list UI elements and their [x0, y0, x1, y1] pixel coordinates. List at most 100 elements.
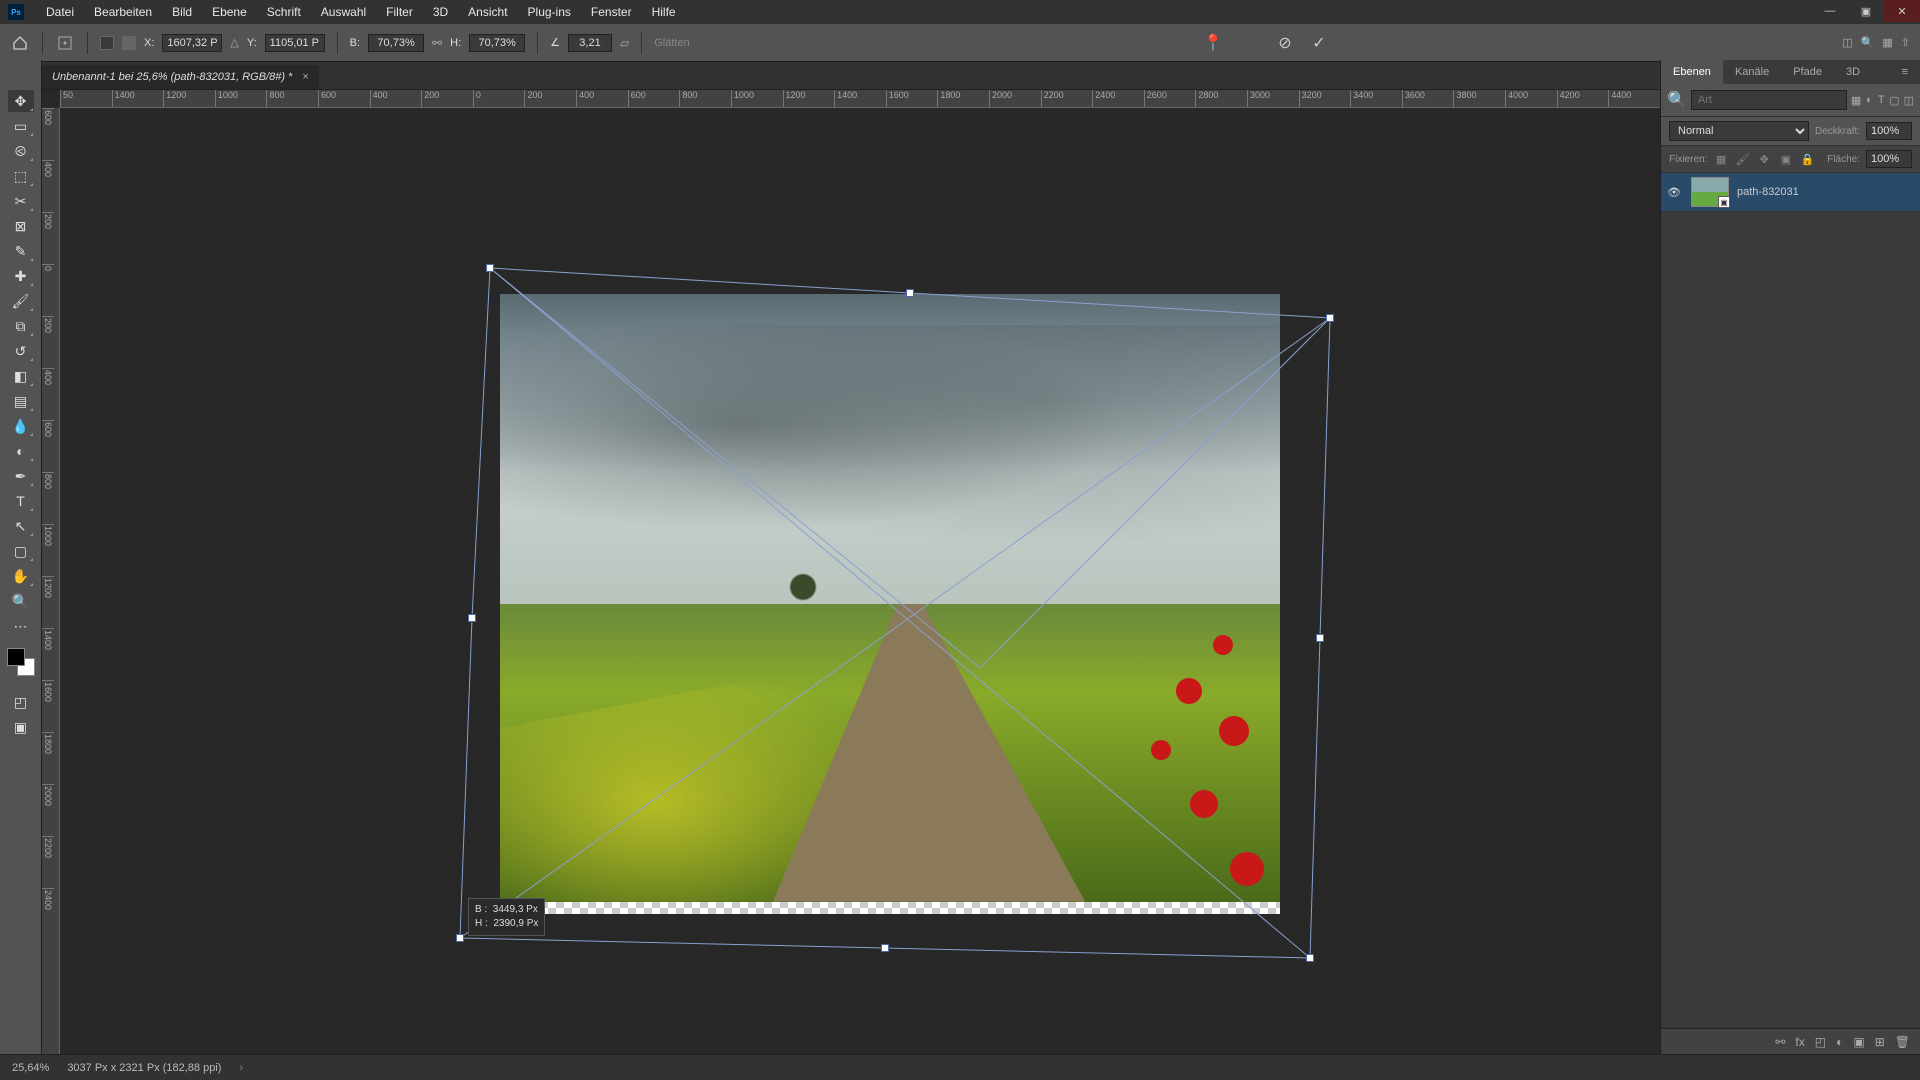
menu-image[interactable]: Bild — [162, 3, 202, 21]
menu-3d[interactable]: 3D — [423, 3, 458, 21]
new-layer-icon[interactable]: ⊞ — [1875, 1035, 1885, 1049]
marquee-tool[interactable]: ▭ — [8, 115, 34, 137]
lock-position-icon[interactable]: ✥ — [1756, 150, 1772, 168]
frame-tool[interactable]: ⊠ — [8, 215, 34, 237]
transform-handle-ml[interactable] — [468, 614, 476, 622]
tab-3d[interactable]: 3D — [1834, 60, 1872, 84]
reference-point-checkbox[interactable] — [122, 36, 136, 50]
layer-mask-icon[interactable]: ◰ — [1815, 1035, 1826, 1049]
eyedropper-tool[interactable]: ✎ — [8, 240, 34, 262]
group-icon[interactable]: ▣ — [1853, 1035, 1864, 1049]
transform-handle-br[interactable] — [1306, 954, 1314, 962]
filter-pixel-icon[interactable]: ▦ — [1851, 91, 1861, 109]
window-close-button[interactable]: ✕ — [1884, 0, 1920, 22]
home-icon[interactable] — [10, 33, 30, 53]
x-position-input[interactable] — [162, 34, 222, 52]
y-position-input[interactable] — [265, 34, 325, 52]
transform-handle-bl[interactable] — [456, 934, 464, 942]
clone-tool[interactable]: ⧉ — [8, 315, 34, 337]
lock-transparency-icon[interactable]: ▦ — [1713, 150, 1729, 168]
doc-dimensions[interactable]: 3037 Px x 2321 Px (182,88 ppi) — [67, 1062, 221, 1074]
link-aspect-icon[interactable]: ⚯ — [432, 36, 442, 50]
search-icon[interactable]: 🔍 — [1861, 36, 1875, 49]
foreground-color-swatch[interactable] — [7, 648, 25, 666]
fill-input[interactable] — [1866, 150, 1912, 168]
pen-tool[interactable]: ✒ — [8, 465, 34, 487]
transform-handle-mr[interactable] — [1316, 634, 1324, 642]
menu-help[interactable]: Hilfe — [642, 3, 686, 21]
filter-type-icon[interactable]: T — [1877, 91, 1885, 109]
hand-tool[interactable]: ✋ — [8, 565, 34, 587]
lock-all-icon[interactable]: 🔒 — [1800, 150, 1816, 168]
layer-thumbnail[interactable]: ▣ — [1691, 177, 1729, 207]
screenmode-icon[interactable]: ▣ — [8, 716, 34, 738]
cloud-docs-icon[interactable]: ◫ — [1842, 36, 1852, 49]
menu-type[interactable]: Schrift — [257, 3, 311, 21]
workspace-icon[interactable]: ▦ — [1882, 36, 1892, 49]
close-tab-icon[interactable]: × — [302, 71, 308, 83]
layer-name[interactable]: path-832031 — [1737, 186, 1799, 198]
brush-tool[interactable]: 🖌 — [8, 290, 34, 312]
visibility-icon[interactable]: 👁 — [1667, 186, 1683, 199]
transform-handle-tr[interactable] — [1326, 314, 1334, 322]
status-chevron-icon[interactable]: › — [239, 1062, 243, 1074]
menu-view[interactable]: Ansicht — [458, 3, 517, 21]
canvas-viewport[interactable]: B : 3449,3 Px H : 2390,9 Px — [60, 108, 1660, 1054]
cancel-transform-button[interactable]: ⊘ — [1272, 30, 1298, 56]
blend-mode-select[interactable]: Normal — [1669, 121, 1809, 141]
adjustment-layer-icon[interactable]: ◐ — [1836, 1035, 1843, 1049]
filter-adjust-icon[interactable]: ◐ — [1865, 91, 1873, 109]
opacity-input[interactable] — [1866, 122, 1912, 140]
lock-artboard-icon[interactable]: ▣ — [1778, 150, 1794, 168]
commit-transform-button[interactable]: ✓ — [1306, 30, 1332, 56]
color-swatches[interactable] — [7, 648, 35, 676]
height-input[interactable] — [469, 34, 525, 52]
link-layers-icon[interactable]: ⚯ — [1775, 1035, 1785, 1049]
menu-edit[interactable]: Bearbeiten — [84, 3, 162, 21]
quick-select-tool[interactable]: ⬚ — [8, 165, 34, 187]
window-minimize-button[interactable]: — — [1812, 0, 1848, 22]
menu-window[interactable]: Fenster — [581, 3, 642, 21]
history-brush-tool[interactable]: ↺ — [8, 340, 34, 362]
menu-plugins[interactable]: Plug-ins — [518, 3, 581, 21]
layer-filter-input[interactable] — [1691, 90, 1847, 110]
window-restore-button[interactable]: ▣ — [1848, 0, 1884, 22]
tab-paths[interactable]: Pfade — [1781, 60, 1834, 84]
transform-handle-tl[interactable] — [486, 264, 494, 272]
path-select-tool[interactable]: ↖ — [8, 515, 34, 537]
angle-input[interactable] — [568, 34, 612, 52]
warp-mode-icon[interactable]: 📍 — [1200, 30, 1226, 56]
menu-layer[interactable]: Ebene — [202, 3, 257, 21]
healing-tool[interactable]: ✚ — [8, 265, 34, 287]
swap-xy-icon[interactable]: △ — [230, 36, 238, 49]
zoom-level[interactable]: 25,64% — [12, 1062, 49, 1074]
layer-item[interactable]: 👁 ▣ path-832031 — [1661, 173, 1920, 212]
tab-layers[interactable]: Ebenen — [1661, 60, 1723, 84]
transform-handle-bc[interactable] — [881, 944, 889, 952]
skew-h-icon[interactable]: ▱ — [620, 36, 629, 50]
delete-layer-icon[interactable]: 🗑 — [1895, 1035, 1910, 1049]
layer-style-icon[interactable]: fx — [1795, 1035, 1804, 1049]
transform-center-icon[interactable] — [55, 33, 75, 53]
crop-tool[interactable]: ✂ — [8, 190, 34, 212]
edit-toolbar-icon[interactable]: ⋯ — [8, 615, 34, 637]
lasso-tool[interactable]: ⧀ — [8, 140, 34, 162]
quickmask-icon[interactable]: ◰ — [8, 691, 34, 713]
type-tool[interactable]: T — [8, 490, 34, 512]
blur-tool[interactable]: 💧 — [8, 415, 34, 437]
menu-file[interactable]: Datei — [36, 3, 84, 21]
zoom-tool[interactable]: 🔍 — [8, 590, 34, 612]
panel-menu-icon[interactable]: ≡ — [1890, 60, 1920, 84]
lock-pixels-icon[interactable]: 🖌 — [1735, 150, 1751, 168]
document-tab[interactable]: Unbenannt-1 bei 25,6% (path-832031, RGB/… — [42, 65, 319, 89]
filter-smart-icon[interactable]: ◫ — [1904, 91, 1914, 109]
move-tool[interactable]: ✥ — [8, 90, 34, 112]
eraser-tool[interactable]: ◧ — [8, 365, 34, 387]
menu-select[interactable]: Auswahl — [311, 3, 376, 21]
tab-channels[interactable]: Kanäle — [1723, 60, 1781, 84]
share-icon[interactable]: ⇧ — [1901, 36, 1910, 49]
shape-tool[interactable]: ▢ — [8, 540, 34, 562]
dodge-tool[interactable]: ◐ — [8, 440, 34, 462]
menu-filter[interactable]: Filter — [376, 3, 423, 21]
filter-shape-icon[interactable]: ▢ — [1889, 91, 1899, 109]
